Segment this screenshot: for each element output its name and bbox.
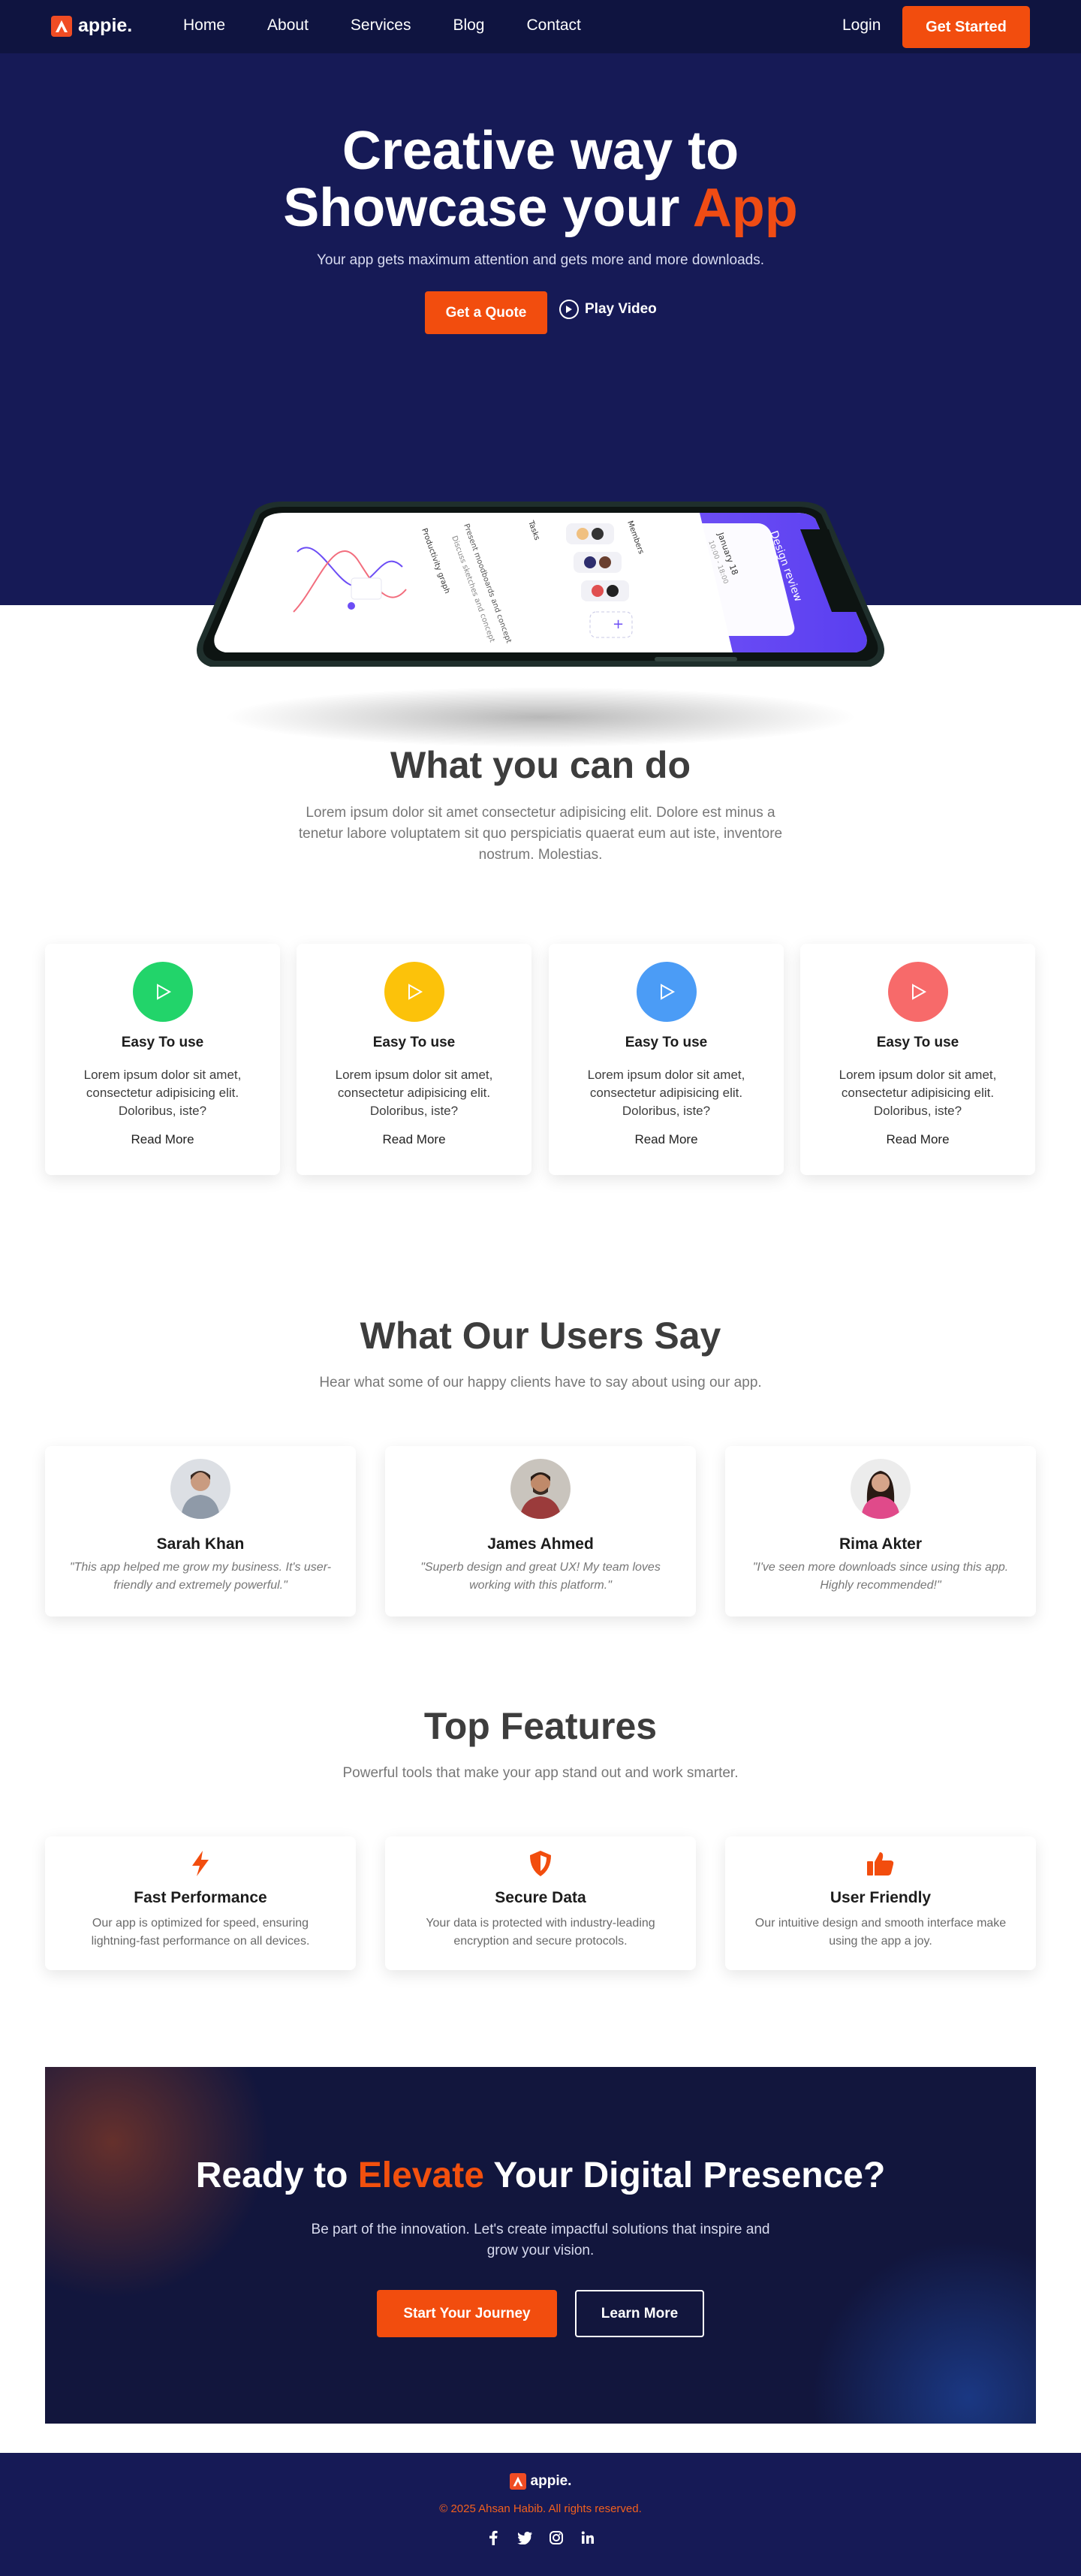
testimonial-name: James Ahmed: [487, 1535, 594, 1553]
testimonial-quote: "This app helped me grow my business. It…: [69, 1561, 332, 1592]
what-subtitle: Lorem ipsum dolor sit amet consectetur a…: [298, 805, 783, 863]
footer-brand-name: appie.: [530, 2473, 572, 2489]
feature-title: User Friendly: [830, 1889, 932, 1906]
cta-title-after: Your Digital Presence?: [493, 2156, 886, 2195]
login-link[interactable]: Login: [842, 17, 881, 35]
facebook-icon[interactable]: [486, 2530, 501, 2545]
card-text: Lorem ipsum dolor sit amet, consectetur …: [587, 1068, 745, 1118]
cta-title-before: Ready to: [195, 2156, 348, 2195]
twitter-icon[interactable]: [517, 2530, 532, 2545]
brand-name: appie.: [78, 15, 133, 36]
cta-title-accent: Elevate: [357, 2156, 484, 2195]
read-more-link[interactable]: Read More: [800, 1132, 1035, 1147]
read-more-link[interactable]: Read More: [549, 1132, 784, 1147]
linkedin-icon[interactable]: [580, 2530, 595, 2545]
top-navbar: appie. Home About Services Blog Contact …: [0, 0, 1081, 53]
testimonial-card-1: Sarah Khan "This app helped me grow my b…: [45, 1446, 356, 1616]
card-title: Easy To use: [121, 1035, 204, 1050]
play-icon: [637, 962, 697, 1022]
nav-link-blog[interactable]: Blog: [453, 17, 484, 35]
nav-link-home[interactable]: Home: [183, 17, 225, 35]
top-feature-card-3: User Friendly Our intuitive design and s…: [725, 1836, 1036, 1970]
hero-title: Creative way to Showcase your App: [0, 122, 1081, 237]
avatar: [851, 1459, 911, 1519]
testimonial-card-2: James Ahmed "Superb design and great UX!…: [385, 1446, 696, 1616]
feature-card-2: Easy To use Lorem ipsum dolor sit amet, …: [297, 944, 531, 1175]
get-quote-button[interactable]: Get a Quote: [425, 291, 547, 334]
hero-title-main: Showcase your: [283, 178, 680, 238]
play-icon: [888, 962, 948, 1022]
play-icon: [384, 962, 444, 1022]
read-more-link[interactable]: Read More: [45, 1132, 280, 1147]
nav-link-contact[interactable]: Contact: [526, 17, 580, 35]
nav-link-services[interactable]: Services: [351, 17, 411, 35]
play-video-button[interactable]: Play Video: [559, 300, 657, 319]
start-journey-button[interactable]: Start Your Journey: [377, 2290, 557, 2337]
card-title: Easy To use: [625, 1035, 708, 1050]
features-title: Top Features: [423, 1705, 658, 1747]
bolt-icon: [185, 1848, 215, 1879]
svg-text:+: +: [613, 616, 624, 632]
what-title: What you can do: [390, 744, 691, 786]
footer-brand[interactable]: appie.: [0, 2473, 1081, 2490]
hero-title-line2: Showcase your App: [0, 179, 1081, 237]
avatar: [170, 1459, 230, 1519]
feature-card-3: Easy To use Lorem ipsum dolor sit amet, …: [549, 944, 784, 1175]
feature-title: Fast Performance: [134, 1889, 267, 1906]
brand-logo[interactable]: appie.: [51, 15, 132, 37]
testimonial-quote: "Superb design and great UX! My team lov…: [420, 1561, 661, 1592]
nav-link-about[interactable]: About: [267, 17, 309, 35]
card-text: Lorem ipsum dolor sit amet, consectetur …: [83, 1068, 242, 1118]
testimonial-name: Rima Akter: [839, 1535, 923, 1553]
nav-links: Home About Services Blog Contact: [183, 17, 623, 35]
feature-text: Our app is optimized for speed, ensuring…: [91, 1917, 310, 1948]
hero-title-line1: Creative way to: [342, 121, 739, 181]
phone-mockup: + Productivity graph Present moodboards …: [192, 499, 889, 747]
feature-card-1: Easy To use Lorem ipsum dolor sit amet, …: [45, 944, 280, 1175]
play-video-label: Play Video: [585, 301, 657, 317]
users-title: What Our Users Say: [360, 1315, 721, 1357]
logo-icon: [51, 15, 72, 37]
card-text: Lorem ipsum dolor sit amet, consectetur …: [335, 1068, 493, 1118]
testimonial-card-3: Rima Akter "I've seen more downloads sin…: [725, 1446, 1036, 1616]
footer: appie. © 2025 Ahsan Habib. All rights re…: [0, 2453, 1081, 2576]
decor-glow: [811, 2240, 1036, 2424]
card-title: Easy To use: [372, 1035, 456, 1050]
instagram-icon[interactable]: [549, 2530, 564, 2545]
cta-section: Ready to Elevate Your Digital Presence? …: [45, 2067, 1036, 2424]
copyright-text: © 2025 Ahsan Habib. All rights reserved.: [439, 2502, 642, 2515]
testimonial-name: Sarah Khan: [156, 1535, 245, 1553]
cta-subtitle: Be part of the innovation. Let's create …: [311, 2222, 770, 2258]
play-icon: [559, 300, 579, 319]
social-links: [0, 2530, 1081, 2545]
hero-subtitle: Your app gets maximum attention and gets…: [316, 252, 765, 268]
card-text: Lorem ipsum dolor sit amet, consectetur …: [839, 1068, 997, 1118]
features-subtitle: Powerful tools that make your app stand …: [342, 1765, 739, 1781]
feature-title: Secure Data: [495, 1889, 586, 1906]
phone-illustration: + Productivity graph Present moodboards …: [197, 502, 884, 747]
feature-text: Our intuitive design and smooth interfac…: [754, 1917, 1007, 1948]
shield-icon: [525, 1848, 556, 1879]
feature-text: Your data is protected with industry-lea…: [426, 1917, 655, 1948]
hero-title-accent: App: [692, 178, 798, 238]
avatar: [510, 1459, 571, 1519]
cta-title: Ready to Elevate Your Digital Presence?: [45, 2155, 1036, 2196]
top-feature-card-2: Secure Data Your data is protected with …: [385, 1836, 696, 1970]
feature-card-4: Easy To use Lorem ipsum dolor sit amet, …: [800, 944, 1035, 1175]
get-started-button[interactable]: Get Started: [902, 6, 1030, 48]
learn-more-button[interactable]: Learn More: [575, 2290, 704, 2337]
logo-icon: [509, 2473, 526, 2490]
thumbs-up-icon: [866, 1848, 896, 1879]
card-title: Easy To use: [876, 1035, 959, 1050]
users-subtitle: Hear what some of our happy clients have…: [319, 1375, 762, 1390]
play-icon: [133, 962, 193, 1022]
testimonial-quote: "I've seen more downloads since using th…: [752, 1561, 1009, 1592]
top-feature-card-1: Fast Performance Our app is optimized fo…: [45, 1836, 356, 1970]
read-more-link[interactable]: Read More: [297, 1132, 531, 1147]
